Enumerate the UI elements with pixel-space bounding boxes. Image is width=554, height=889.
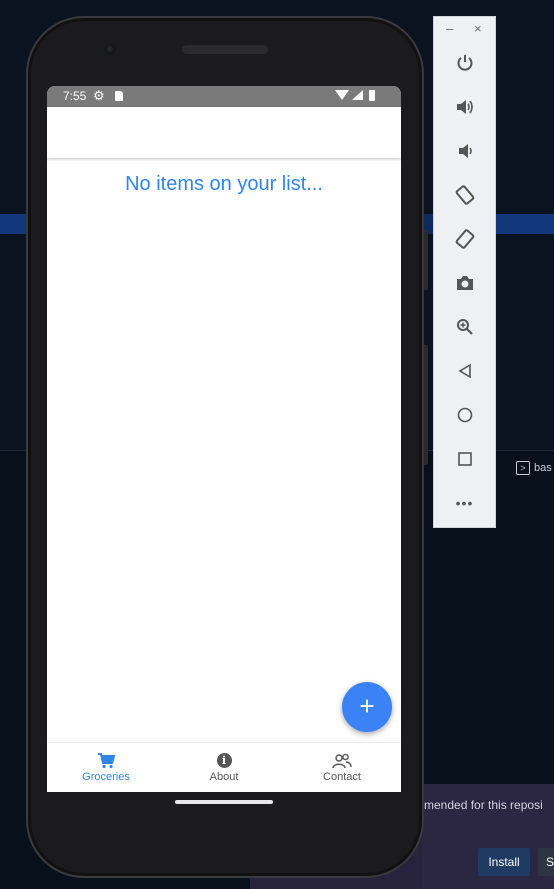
- terminal-tab[interactable]: > bas: [516, 458, 552, 478]
- phone-screen: 7:55 ⚙ No items on your list... + Grocer…: [47, 86, 401, 792]
- notification-text: mended for this reposi: [424, 798, 543, 812]
- secondary-button[interactable]: S: [538, 848, 554, 876]
- minimize-button[interactable]: –: [446, 21, 453, 36]
- info-icon: i: [216, 752, 232, 769]
- zoom-icon[interactable]: [434, 309, 495, 345]
- sd-card-icon: [115, 91, 123, 101]
- rotate-right-icon[interactable]: [434, 221, 495, 257]
- nav-label-about: About: [209, 771, 239, 783]
- wifi-icon: [335, 90, 349, 100]
- front-camera: [104, 43, 116, 55]
- volume-down-icon[interactable]: [434, 133, 495, 169]
- volume-up-icon[interactable]: [434, 89, 495, 125]
- empty-list-message: No items on your list...: [125, 173, 323, 195]
- battery-icon: [369, 90, 375, 101]
- nav-label-contact: Contact: [323, 771, 361, 783]
- terminal-tab-label: bas: [534, 462, 552, 474]
- nav-item-contact[interactable]: Contact: [283, 743, 401, 792]
- install-button[interactable]: Install: [478, 848, 530, 876]
- earpiece-speaker: [182, 45, 268, 54]
- nav-label-groceries: Groceries: [82, 771, 130, 783]
- gesture-home-bar[interactable]: [175, 800, 273, 804]
- cart-icon: [97, 752, 115, 769]
- add-item-button[interactable]: +: [342, 682, 392, 732]
- nav-item-about[interactable]: i About: [165, 743, 283, 792]
- phone-volume-button: [424, 345, 428, 465]
- settings-gear-icon: ⚙: [93, 88, 105, 103]
- people-icon: [332, 752, 352, 769]
- home-icon[interactable]: [434, 397, 495, 433]
- more-icon[interactable]: •••: [434, 485, 495, 521]
- ide-highlight-band-right: [494, 214, 554, 234]
- power-icon[interactable]: [434, 45, 495, 81]
- camera-icon[interactable]: [434, 265, 495, 301]
- emulator-toolbar: – × •••: [433, 16, 496, 528]
- terminal-icon: >: [516, 461, 530, 475]
- status-bar: 7:55 ⚙: [47, 86, 401, 107]
- overview-icon[interactable]: [434, 441, 495, 477]
- phone-power-button: [424, 230, 428, 290]
- bottom-navigation: Groceries i About Contact: [47, 742, 401, 792]
- close-button[interactable]: ×: [474, 21, 482, 36]
- app-bar: [47, 107, 401, 158]
- back-icon[interactable]: [434, 353, 495, 389]
- nav-item-groceries[interactable]: Groceries: [47, 743, 165, 792]
- rotate-left-icon[interactable]: [434, 177, 495, 213]
- status-time: 7:55: [63, 89, 87, 103]
- signal-icon: [352, 90, 363, 100]
